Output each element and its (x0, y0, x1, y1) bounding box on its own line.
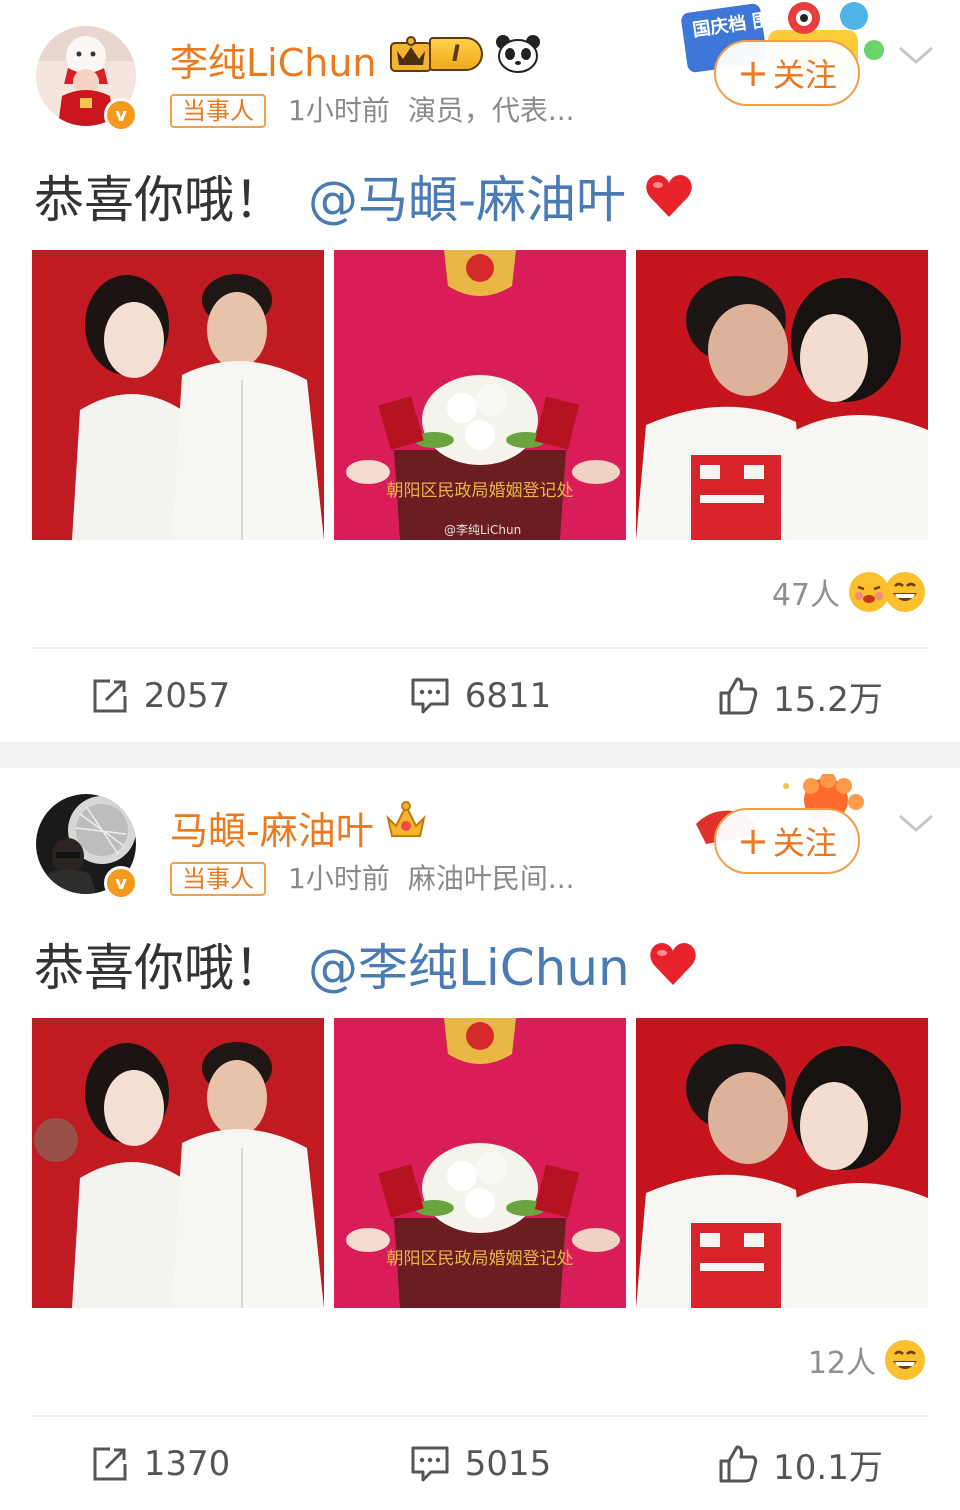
like-icon (719, 1445, 758, 1483)
photo-watermark: @李纯LiChun (444, 523, 522, 537)
photo-couple-standing[interactable] (32, 1018, 324, 1308)
reactions[interactable]: 47人 (772, 570, 926, 614)
plus-icon: + (737, 51, 769, 95)
photo-registration-desk[interactable]: 朝阳区民政局婚姻登记处 (334, 1018, 626, 1308)
mention-link[interactable]: @李纯LiChun (308, 928, 630, 1000)
chevron-down-icon[interactable] (896, 40, 936, 70)
comment-count: 5015 (464, 1444, 552, 1484)
photo-couple-kiss[interactable] (636, 250, 928, 540)
user-level-badge: I (389, 34, 541, 74)
follow-button[interactable]: + 关注 (714, 40, 860, 106)
share-button[interactable]: 2057 (0, 664, 320, 728)
level-pill: I (429, 37, 483, 71)
follow-label: 关注 (772, 824, 837, 862)
crown-icon (390, 36, 432, 72)
action-bar: 1370 5015 10.1万 (0, 1432, 960, 1496)
post-meta: 1小时前 麻油叶民间... (288, 862, 575, 896)
share-count: 1370 (143, 1444, 231, 1484)
photo-caption: 朝阳区民政局婚姻登记处 (387, 481, 574, 501)
comment-count: 6811 (464, 676, 552, 716)
reaction-count: 12人 (807, 1346, 876, 1381)
comment-button[interactable]: 5015 (320, 1432, 640, 1496)
verified-badge-icon: v (104, 98, 138, 132)
like-count: 15.2万 (773, 679, 883, 720)
post-text: 恭喜你哦！ (34, 171, 284, 229)
comment-icon (411, 1446, 449, 1482)
plus-icon: + (737, 819, 769, 863)
mention-link[interactable]: @马頔-麻油叶 (308, 160, 626, 232)
comment-icon (411, 678, 449, 714)
username[interactable]: 马頔-麻油叶 (170, 800, 374, 855)
post-time: 1小时前 (288, 862, 390, 895)
reaction-count: 47人 (771, 578, 840, 613)
grin-emoji-icon (885, 1340, 925, 1380)
heart-icon (650, 943, 696, 985)
divider (32, 1415, 928, 1417)
like-icon (719, 677, 758, 715)
panda-icon (496, 35, 540, 73)
share-button[interactable]: 1370 (0, 1432, 320, 1496)
like-button[interactable]: 10.1万 (640, 1432, 960, 1496)
chevron-down-icon[interactable] (896, 808, 936, 838)
reactions[interactable]: 12人 (808, 1338, 926, 1382)
divider (32, 647, 928, 649)
post-text: 恭喜你哦！ (34, 939, 284, 997)
follow-label: 关注 (772, 56, 837, 94)
participant-tag: 当事人 (170, 94, 266, 128)
photo-caption: 朝阳区民政局婚姻登记处 (387, 1249, 574, 1269)
like-button[interactable]: 15.2万 (640, 664, 960, 728)
verified-badge-icon: v (104, 866, 138, 900)
heart-icon (646, 175, 692, 217)
participant-tag: 当事人 (170, 862, 266, 896)
grin-emoji-icon (885, 572, 925, 612)
post-time: 1小时前 (288, 94, 390, 127)
post-source: 演员，代表... (407, 94, 575, 127)
photo-grid: 朝阳区民政局婚姻登记处 @李纯LiChun (32, 250, 928, 540)
like-count: 10.1万 (773, 1447, 883, 1488)
post-body: 恭喜你哦！ @马頔-麻油叶 (34, 160, 694, 232)
photo-couple-standing[interactable] (32, 250, 324, 540)
follow-button[interactable]: + 关注 (714, 808, 860, 874)
username[interactable]: 李纯LiChun (170, 32, 377, 87)
post-source: 麻油叶民间... (407, 862, 575, 895)
action-bar: 2057 6811 15.2万 (0, 664, 960, 728)
crown-icon (386, 801, 426, 837)
share-count: 2057 (143, 676, 231, 716)
weibo-post-1: v 李纯LiChun I 当事人 1小时前 演员，代表... 国庆档 围观 + 关注 (0, 0, 960, 742)
share-icon (93, 679, 127, 713)
photo-couple-kiss[interactable] (636, 1018, 928, 1308)
post-separator (0, 742, 960, 768)
comment-button[interactable]: 6811 (320, 664, 640, 728)
photo-grid: 朝阳区民政局婚姻登记处 (32, 1018, 928, 1308)
photo-registration-desk[interactable]: 朝阳区民政局婚姻登记处 @李纯LiChun (334, 250, 626, 540)
post-body: 恭喜你哦！ @李纯LiChun (34, 928, 698, 1000)
share-icon (93, 1447, 127, 1481)
weibo-post-2: v 马頔-麻油叶 当事人 1小时前 麻油叶民间... + 关注 恭喜你哦！ @李纯L… (0, 768, 960, 1510)
post-meta: 1小时前 演员，代表... (288, 94, 575, 128)
